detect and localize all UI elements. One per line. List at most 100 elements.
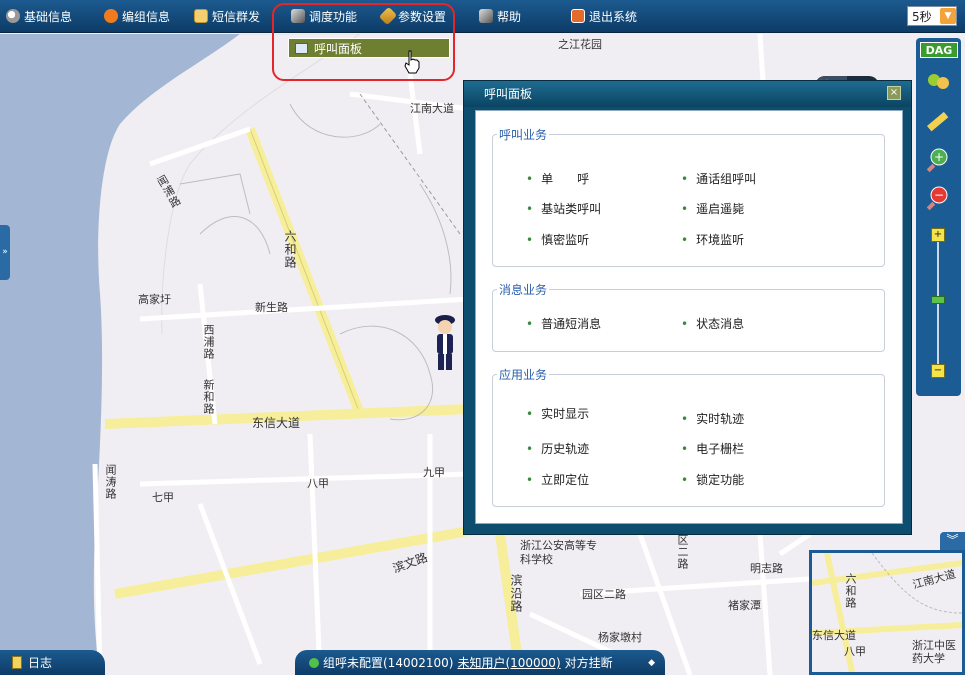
option-history-track[interactable]: 历史轨迹 <box>526 440 589 457</box>
panel-icon <box>295 42 308 54</box>
dialog-body: 呼叫业务 单 呼 通话组呼叫 基站类呼叫 遥启遥毙 慎密监听 环境监听 消息业务… <box>475 110 903 524</box>
zoom-slider-plus-icon[interactable]: + <box>931 228 945 242</box>
soccer-ball-icon <box>6 9 20 23</box>
map-label: 高家圩 <box>138 293 171 306</box>
status-user-link[interactable]: 未知用户(100000) <box>457 654 560 671</box>
dialog-title[interactable]: 呼叫面板 <box>464 81 911 107</box>
police-officer-marker-icon[interactable] <box>430 314 460 374</box>
status-prefix: 组呼未配置(14002100) <box>323 656 454 670</box>
phone-icon <box>309 657 319 668</box>
group-title: 消息业务 <box>497 281 550 298</box>
expand-status-icon[interactable]: ◆ <box>648 658 655 668</box>
map-label: 滨沿路 <box>509 574 523 613</box>
exit-icon <box>571 9 585 23</box>
group-message-services: 消息业务 普通短消息 状态消息 <box>492 281 885 352</box>
dialog-title-text: 呼叫面板 <box>484 87 533 101</box>
rss-icon <box>104 9 118 23</box>
map-label: 浙江公安高等专科学校 <box>520 539 597 566</box>
option-lock-function[interactable]: 锁定功能 <box>681 471 744 488</box>
map-label: 新生路 <box>255 301 288 314</box>
envelope-icon <box>194 9 208 23</box>
option-geofence[interactable]: 电子栅栏 <box>681 440 744 457</box>
group-title: 应用业务 <box>497 366 550 383</box>
zoom-in-icon[interactable]: + <box>924 146 952 174</box>
map-label: 区二路 <box>676 534 689 570</box>
help-tool-icon <box>479 9 493 23</box>
wrench-icon <box>378 6 398 26</box>
collapse-overview-icon[interactable]: ︾ <box>940 532 965 550</box>
option-realtime-display[interactable]: 实时显示 <box>526 405 589 422</box>
dispatch-dropdown-item-call-panel[interactable]: 呼叫面板 <box>288 38 450 58</box>
option-locate-now[interactable]: 立即定位 <box>526 471 589 488</box>
main-menu-bar: 基础信息 编组信息 短信群发 调度功能 参数设置 帮助 退出系统 5秒 ▼ <box>0 0 965 33</box>
menu-item-dispatch[interactable]: 调度功能 <box>291 7 357 25</box>
map-label: 东信大道 <box>252 416 301 430</box>
menu-item-label: 编组信息 <box>122 9 171 24</box>
zoom-slider[interactable]: + − <box>931 228 945 378</box>
log-tab[interactable]: 日志 <box>0 650 105 675</box>
chevron-down-icon[interactable]: ▼ <box>940 8 956 24</box>
map-label: 九甲 <box>423 466 445 479</box>
menu-item-label: 调度功能 <box>309 9 358 24</box>
status-suffix: 对方挂断 <box>564 656 613 670</box>
map-label: 褚家潭 <box>728 599 761 612</box>
left-panel-expand-handle[interactable]: » <box>0 225 10 280</box>
option-talkgroup-call[interactable]: 通话组呼叫 <box>681 170 756 187</box>
map-label: 六和路 <box>283 230 297 269</box>
dispatch-tool-icon <box>291 9 305 23</box>
map-label: 园区二路 <box>582 588 626 601</box>
bottom-bar: 日志 组呼未配置(14002100) 未知用户(100000) 对方挂断 ◆ <box>0 650 965 675</box>
map-label: 杨家墩村 <box>598 631 642 644</box>
menu-item-sms-broadcast[interactable]: 短信群发 <box>194 7 260 25</box>
map-label: 新和路 <box>202 379 215 415</box>
dropdown-item-label: 呼叫面板 <box>314 41 363 56</box>
menu-item-exit[interactable]: 退出系统 <box>571 7 637 25</box>
map-label: 闻涛路 <box>104 464 117 500</box>
group-call-services: 呼叫业务 单 呼 通话组呼叫 基站类呼叫 遥启遥毙 慎密监听 环境监听 <box>492 126 885 267</box>
option-single-call[interactable]: 单 呼 <box>526 170 589 187</box>
svg-text:−: − <box>934 188 944 202</box>
map-label: 西浦路 <box>202 324 215 360</box>
menu-item-label: 退出系统 <box>589 9 638 24</box>
map-toolbar: DAG + − + − <box>916 38 961 396</box>
zoom-slider-minus-icon[interactable]: − <box>931 364 945 378</box>
menu-item-group-info[interactable]: 编组信息 <box>104 7 170 25</box>
ruler-icon[interactable] <box>924 108 952 136</box>
option-short-message[interactable]: 普通短消息 <box>526 315 601 332</box>
map-label: 八甲 <box>307 477 329 490</box>
close-icon[interactable]: × <box>887 86 901 100</box>
option-ambient-listen[interactable]: 环境监听 <box>681 231 744 248</box>
dag-button[interactable]: DAG <box>920 42 958 58</box>
menu-item-label: 基础信息 <box>24 9 73 24</box>
menu-item-settings[interactable]: 参数设置 <box>378 6 447 26</box>
log-tab-label: 日志 <box>28 656 53 670</box>
menu-item-basic-info[interactable]: 基础信息 <box>6 7 72 25</box>
users-icon[interactable] <box>924 68 952 96</box>
menu-item-label: 短信群发 <box>212 9 261 24</box>
log-icon <box>12 656 22 669</box>
option-remote-enable-disable[interactable]: 遥启遥毙 <box>681 200 744 217</box>
status-message: 组呼未配置(14002100) 未知用户(100000) 对方挂断 ◆ <box>295 650 665 675</box>
call-panel-dialog: 呼叫面板 × 呼叫业务 单 呼 通话组呼叫 基站类呼叫 遥启遥毙 慎密监听 环境… <box>463 80 912 535</box>
map-label: 七甲 <box>152 491 174 504</box>
hand-cursor-icon <box>404 50 420 74</box>
map-label: 之江花园 <box>558 38 602 51</box>
option-discreet-listen[interactable]: 慎密监听 <box>526 231 589 248</box>
menu-item-label: 参数设置 <box>398 9 447 24</box>
zoom-out-icon[interactable]: − <box>924 184 952 212</box>
group-title: 呼叫业务 <box>497 126 550 143</box>
refresh-interval-select[interactable]: 5秒 ▼ <box>907 6 957 26</box>
group-application-services: 应用业务 实时显示 实时轨迹 历史轨迹 电子栅栏 立即定位 锁定功能 <box>492 366 885 507</box>
overview-label: 六和路 <box>844 573 857 609</box>
svg-text:+: + <box>934 150 944 164</box>
menu-item-help[interactable]: 帮助 <box>479 7 521 25</box>
option-base-station-call[interactable]: 基站类呼叫 <box>526 200 601 217</box>
zoom-slider-thumb[interactable] <box>931 296 945 304</box>
map-label: 明志路 <box>750 562 783 575</box>
menu-item-label: 帮助 <box>497 9 522 24</box>
option-status-message[interactable]: 状态消息 <box>681 315 744 332</box>
overview-label: 东信大道 <box>812 629 856 642</box>
option-realtime-track[interactable]: 实时轨迹 <box>681 410 744 427</box>
refresh-interval-value: 5秒 <box>912 9 932 24</box>
map-label: 江南大道 <box>410 102 454 115</box>
